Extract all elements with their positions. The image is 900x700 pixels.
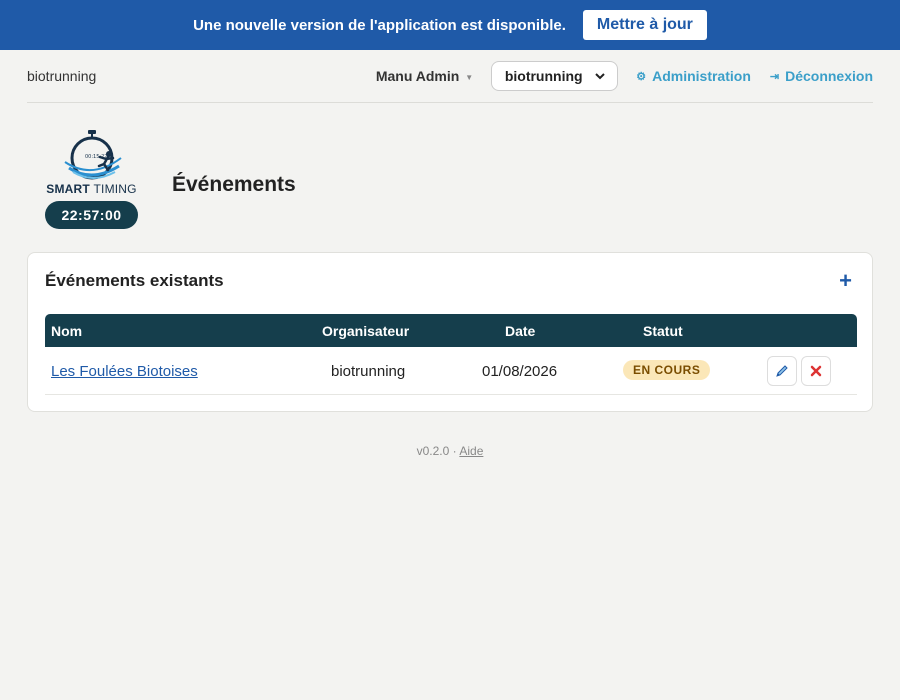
help-link[interactable]: Aide	[459, 444, 483, 458]
pencil-icon	[776, 365, 788, 377]
footer: v0.2.0 · Aide	[0, 444, 900, 458]
page-title: Événements	[172, 173, 296, 196]
column-header-date: Date	[505, 323, 536, 339]
plus-icon: +	[839, 268, 852, 293]
delete-event-button[interactable]	[801, 356, 831, 386]
column-header-nom: Nom	[51, 323, 83, 339]
caret-down-icon: ▼	[465, 73, 474, 82]
footer-separator: ·	[452, 444, 457, 458]
brand-block: 00:15:22 SMART TIMING 22:57:00	[45, 128, 138, 229]
organization-select-value: biotrunning	[504, 68, 583, 84]
organization-name: biotrunning	[27, 68, 97, 84]
version-text: v0.2.0	[416, 444, 450, 458]
top-navigation: biotrunning Manu Admin ▼ biotrunning ⚙ A…	[27, 50, 873, 103]
update-banner: Une nouvelle version de l'application es…	[0, 0, 900, 50]
event-date: 01/08/2026	[482, 363, 558, 380]
column-header-statut: Statut	[643, 323, 683, 339]
edit-event-button[interactable]	[767, 356, 797, 386]
topbar-actions: Manu Admin ▼ biotrunning ⚙ Administratio…	[376, 61, 873, 91]
events-card: Événements existants + Nom Organisateur …	[27, 252, 873, 412]
smart-timing-logo: 00:15:22	[63, 130, 122, 180]
update-button[interactable]: Mettre à jour	[582, 10, 707, 40]
close-icon	[810, 365, 822, 377]
logo-text: SMART TIMING	[45, 182, 138, 196]
event-organizer: biotrunning	[331, 363, 406, 380]
logout-label: Déconnexion	[785, 68, 873, 84]
chevron-down-icon	[594, 72, 605, 79]
logo-text-timing: TIMING	[93, 182, 137, 196]
administration-link[interactable]: ⚙ Administration	[636, 68, 751, 84]
table-header: Nom Organisateur Date Statut	[45, 314, 857, 347]
events-table: Nom Organisateur Date Statut Les Foulées…	[45, 314, 857, 395]
event-name-link[interactable]: Les Foulées Biotoises	[51, 363, 198, 380]
column-header-organisateur: Organisateur	[322, 323, 410, 339]
events-card-title: Événements existants	[45, 271, 224, 290]
gear-icon: ⚙	[636, 70, 647, 83]
organization-select[interactable]: biotrunning	[491, 61, 619, 91]
user-menu[interactable]: Manu Admin ▼	[376, 68, 473, 84]
user-name: Manu Admin	[375, 68, 460, 84]
update-message: Une nouvelle version de l'application es…	[193, 16, 566, 34]
logout-icon: ⇥	[769, 70, 780, 83]
logo-text-smart: SMART	[46, 182, 90, 196]
clock: 22:57:00	[45, 201, 138, 229]
status-badge: EN COURS	[623, 360, 711, 380]
logout-link[interactable]: ⇥ Déconnexion	[770, 68, 873, 84]
administration-label: Administration	[652, 68, 751, 84]
table-row: Les Foulées Biotoises biotrunning 01/08/…	[45, 347, 857, 395]
add-event-button[interactable]: +	[839, 270, 852, 292]
